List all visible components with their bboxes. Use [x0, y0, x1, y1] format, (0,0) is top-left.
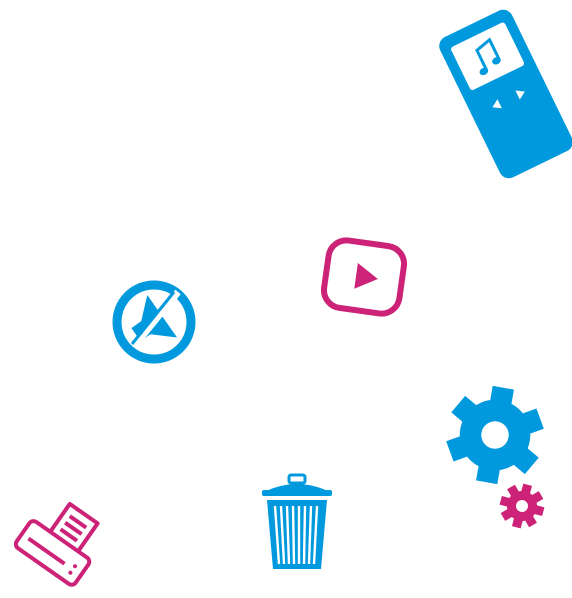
play-button-icon[interactable]: [316, 234, 412, 320]
small-gear-icon[interactable]: [496, 480, 548, 532]
printer-icon[interactable]: [4, 494, 108, 598]
media-player-icon[interactable]: [438, 6, 572, 182]
trash-can-icon[interactable]: [258, 472, 336, 572]
mute-speaker-icon[interactable]: [110, 278, 198, 366]
large-gear-icon[interactable]: [446, 386, 544, 484]
